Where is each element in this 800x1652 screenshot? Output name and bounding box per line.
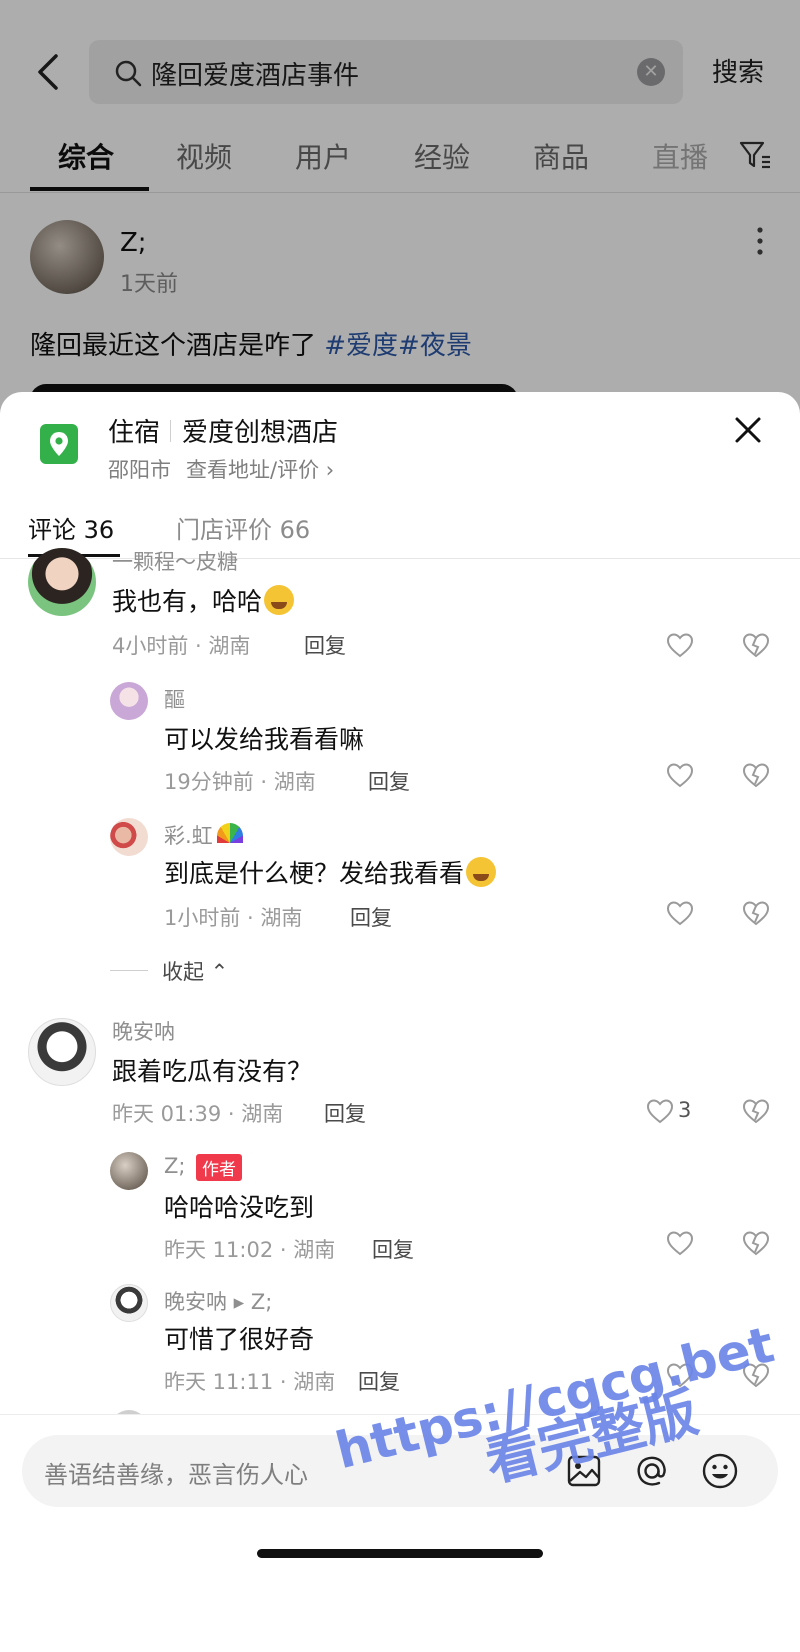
location-city: 邵阳市: [108, 458, 171, 482]
rainbow-emoji-icon: [216, 823, 243, 843]
like-icon[interactable]: [646, 1098, 674, 1124]
tab-comments[interactable]: 评论 36: [28, 510, 114, 545]
comment-text-content: 到底是什么梗？发给我看看: [164, 859, 465, 888]
author-badge: 作者: [196, 1154, 242, 1181]
comment-meta: 昨天 11:11 · 湖南: [164, 1370, 336, 1394]
divider: [170, 420, 171, 442]
comment-text: 哈哈哈没吃到: [164, 1193, 315, 1222]
address-review-link-label: 查看地址/评价: [186, 458, 320, 482]
comment-author[interactable]: 晚安呐: [112, 1016, 175, 1046]
comment-meta: 19分钟前 · 湖南: [164, 770, 316, 794]
hotel-name[interactable]: 爱度创想酒店: [182, 412, 338, 449]
overlay-scrim[interactable]: [0, 0, 800, 420]
reply-button[interactable]: 回复: [372, 1234, 414, 1264]
collapse-replies-button[interactable]: 收起 ⌃: [162, 956, 228, 986]
dislike-icon[interactable]: [742, 632, 770, 658]
comment-text: 可以发给我看看嘛: [164, 725, 365, 754]
home-indicator: [257, 1549, 543, 1558]
comment-meta: 昨天 01:39 · 湖南: [112, 1102, 284, 1126]
tab-store-reviews[interactable]: 门店评价 66: [176, 510, 310, 545]
avatar[interactable]: [28, 548, 96, 616]
comment-meta: 1小时前 · 湖南: [164, 906, 303, 930]
divider: [110, 970, 148, 971]
emoji-icon[interactable]: [700, 1451, 740, 1491]
like-count: 3: [678, 1098, 692, 1122]
avatar[interactable]: [110, 1284, 148, 1322]
like-icon[interactable]: [666, 632, 694, 658]
location-category: 住宿: [108, 418, 161, 448]
grinning-emoji-icon: [466, 857, 497, 887]
like-icon[interactable]: [666, 762, 694, 788]
address-review-link[interactable]: 查看地址/评价 ›: [186, 454, 334, 484]
avatar[interactable]: [110, 682, 148, 720]
laughing-emoji-icon: [264, 585, 295, 615]
reply-button[interactable]: 回复: [368, 766, 410, 796]
collapse-label: 收起: [162, 960, 204, 984]
comment-meta: 昨天 11:02 · 湖南: [164, 1238, 336, 1262]
comment-author-row: 彩.虹: [164, 820, 243, 850]
reply-button[interactable]: 回复: [324, 1098, 366, 1128]
reply-button[interactable]: 回复: [304, 630, 346, 660]
like-icon[interactable]: [666, 900, 694, 926]
comment-text: 我也有，哈哈: [112, 582, 295, 618]
avatar[interactable]: [110, 1152, 148, 1190]
reply-button[interactable]: 回复: [350, 902, 392, 932]
dislike-icon[interactable]: [742, 1230, 770, 1256]
avatar[interactable]: [110, 818, 148, 856]
avatar[interactable]: [28, 1018, 96, 1086]
comment-author[interactable]: 晚安呐 ▸ Z;: [164, 1286, 272, 1316]
like-icon[interactable]: [666, 1230, 694, 1256]
dislike-icon[interactable]: [742, 1098, 770, 1124]
close-icon[interactable]: [732, 414, 764, 446]
comment-input-placeholder: 善语结善缘，恶言伤人心: [44, 1461, 308, 1489]
comment-author[interactable]: 醧: [164, 684, 185, 714]
reply-button[interactable]: 回复: [358, 1366, 400, 1396]
location-pin-icon: [40, 424, 78, 464]
comment-text: 到底是什么梗？发给我看看: [164, 854, 497, 890]
dislike-icon[interactable]: [742, 900, 770, 926]
comment-text-content: 我也有，哈哈: [112, 587, 263, 616]
comment-author[interactable]: 一颗程～皮糖: [112, 546, 238, 576]
comment-text: 可惜了很好奇: [164, 1325, 315, 1354]
comment-author[interactable]: 彩.虹: [164, 824, 213, 848]
dislike-icon[interactable]: [742, 762, 770, 788]
comment-author[interactable]: Z;: [164, 1154, 185, 1178]
comment-meta: 4小时前 · 湖南: [112, 634, 251, 658]
comment-text: 跟着吃瓜有没有？: [112, 1057, 313, 1086]
